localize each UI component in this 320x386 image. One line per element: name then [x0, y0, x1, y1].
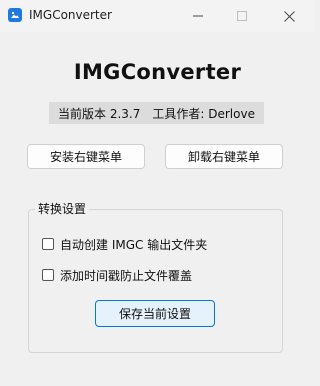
auto-create-folder-checkbox[interactable]	[42, 238, 54, 250]
settings-group-title: 转换设置	[35, 200, 90, 217]
install-context-menu-button[interactable]: 安装右键菜单	[27, 144, 145, 169]
close-icon	[283, 10, 295, 22]
close-button[interactable]	[266, 0, 312, 32]
timestamp-option[interactable]: 添加时间戳防止文件覆盖	[42, 267, 192, 283]
minimize-button[interactable]	[175, 0, 221, 32]
info-bar: 当前版本 2.3.7 工具作者: Derlove	[49, 102, 264, 124]
maximize-icon	[237, 11, 247, 21]
auto-create-folder-label: 自动创建 IMGC 输出文件夹	[60, 237, 208, 252]
minimize-icon	[193, 15, 203, 17]
version-label: 当前版本 2.3.7	[58, 106, 141, 121]
timestamp-label: 添加时间戳防止文件覆盖	[60, 268, 193, 283]
window-title: IMGConverter	[29, 8, 112, 22]
uninstall-context-menu-button[interactable]: 卸载右键菜单	[165, 144, 283, 169]
author-label: 工具作者: Derlove	[152, 106, 255, 121]
maximize-button[interactable]	[219, 0, 265, 32]
app-icon	[8, 8, 22, 22]
save-settings-button[interactable]: 保存当前设置	[95, 300, 215, 327]
auto-create-folder-option[interactable]: 自动创建 IMGC 输出文件夹	[42, 236, 207, 252]
title-bar: IMGConverter	[0, 0, 315, 32]
app-name-heading: IMGConverter	[73, 60, 242, 84]
timestamp-checkbox[interactable]	[42, 269, 54, 281]
